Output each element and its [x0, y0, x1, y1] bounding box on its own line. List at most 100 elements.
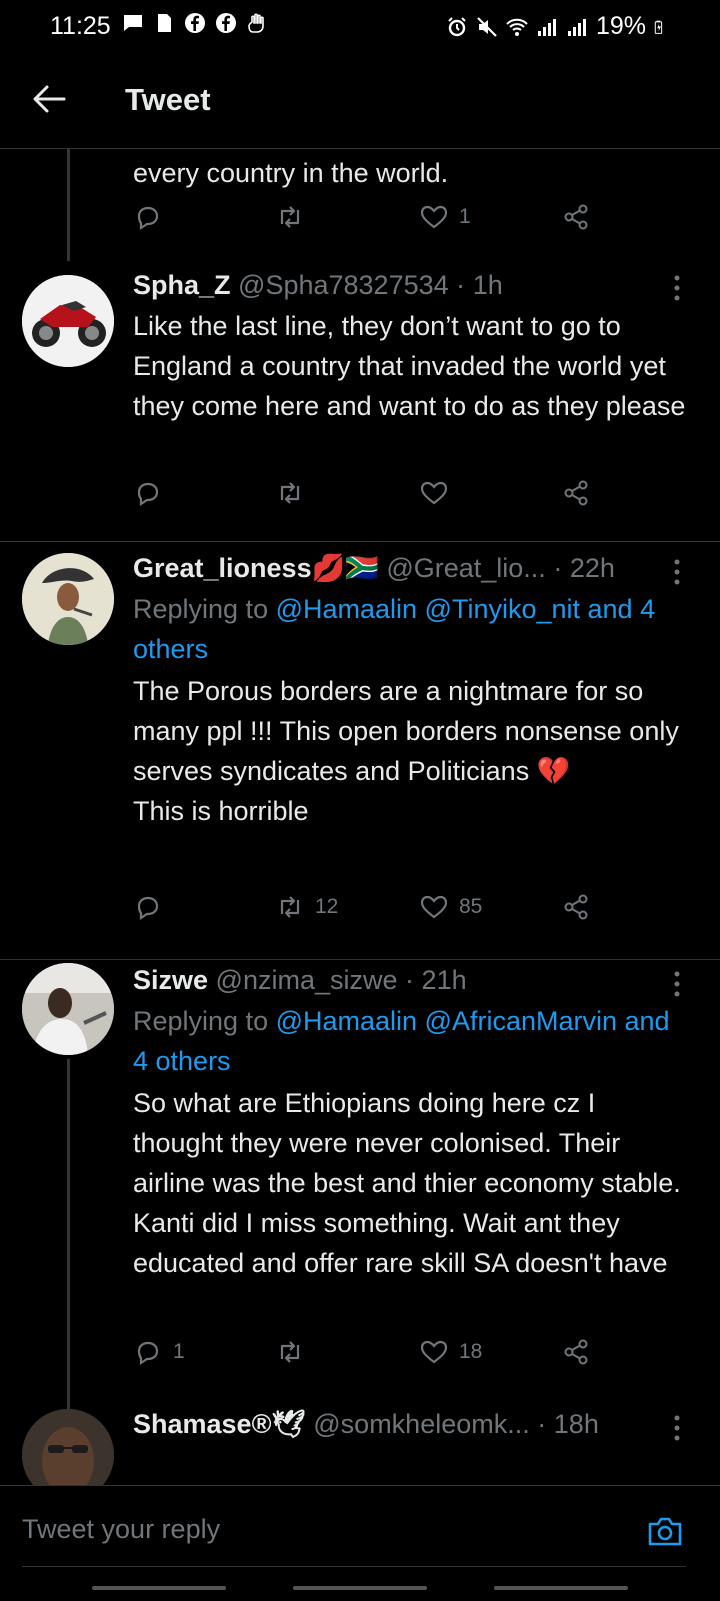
tweet-actions: [133, 478, 613, 518]
user-handle[interactable]: @nzima_sizwe: [216, 965, 398, 995]
nav-handle[interactable]: [293, 1586, 427, 1590]
reply-count: 1: [173, 1340, 185, 1363]
tweet-text: So what are Ethiopians doing here cz I t…: [133, 1088, 681, 1278]
avatar[interactable]: [22, 1409, 114, 1485]
like-button[interactable]: [419, 478, 459, 508]
like-count: 85: [459, 895, 483, 918]
facebook-icon: [216, 13, 236, 33]
battery-percent: 19%: [595, 12, 646, 40]
signal-icon: [537, 18, 556, 36]
more-options-icon[interactable]: [674, 275, 680, 301]
divider: [0, 541, 720, 542]
more-options-icon[interactable]: [674, 971, 680, 997]
reply-icon: [137, 482, 159, 507]
reply-button[interactable]: [133, 202, 163, 232]
replying-to: Replying to @Hamaalin @Tinyiko_nit and 4…: [133, 589, 690, 669]
share-button[interactable]: [561, 478, 591, 508]
retweet-button[interactable]: [275, 202, 305, 232]
meta-separator: ·: [405, 965, 415, 995]
retweet-button[interactable]: [275, 478, 315, 508]
like-button[interactable]: 18: [419, 1337, 482, 1367]
wifi-icon: [506, 18, 528, 36]
replying-to-label: Replying to: [133, 1006, 276, 1036]
hand-icon: [248, 13, 264, 33]
heart-icon: [420, 1340, 448, 1364]
display-name[interactable]: Shamase®🕊: [133, 1409, 306, 1439]
gesture-nav-bar: [0, 1578, 720, 1600]
tweet-text: Like the last line, they don’t want to g…: [133, 311, 686, 421]
share-icon: [564, 1339, 588, 1365]
nav-handle[interactable]: [92, 1586, 226, 1590]
avatar[interactable]: [22, 275, 114, 367]
retweet-button[interactable]: 12: [275, 892, 338, 922]
motorcycle-avatar-image: [22, 275, 114, 367]
tweet-meta: Sizwe @nzima_sizwe · 21h: [133, 961, 690, 999]
reply-button[interactable]: [133, 478, 173, 508]
replying-to: Replying to @Hamaalin @AfricanMarvin and…: [133, 1001, 690, 1081]
divider: [0, 959, 720, 960]
tweet-feed[interactable]: every country in the world. 1 Spha_Z @Sp…: [0, 149, 720, 1485]
retweet-icon: [280, 482, 300, 504]
meta-separator: ·: [456, 270, 466, 300]
illustrated-woman-avatar-image: [22, 553, 114, 645]
display-name[interactable]: Great_lioness💋🇿🇦: [133, 553, 379, 583]
tweet-time: 22h: [569, 553, 615, 583]
tweet-actions: 1 18: [133, 1337, 613, 1377]
retweet-button[interactable]: [275, 1337, 315, 1367]
tweet-meta: Great_lioness💋🇿🇦 @Great_lio... · 22h: [133, 549, 690, 587]
thread-line: [67, 1059, 70, 1409]
share-button[interactable]: [561, 1337, 591, 1367]
meta-separator: ·: [537, 1409, 547, 1439]
man-with-glasses-avatar-image: [22, 1409, 114, 1485]
replying-to-label: Replying to: [133, 594, 276, 624]
reply-button[interactable]: [133, 892, 173, 922]
retweet-icon: [280, 206, 300, 228]
tweet-meta: Shamase®🕊 @somkheleomk... · 18h: [133, 1405, 690, 1443]
more-options-icon[interactable]: [674, 1415, 680, 1441]
share-icon: [564, 894, 588, 920]
input-underline: [22, 1566, 686, 1567]
display-name[interactable]: Spha_Z: [133, 270, 231, 300]
reply-input[interactable]: Tweet your reply: [22, 1514, 582, 1554]
thread-line: [67, 149, 70, 261]
reply-icon: [137, 1341, 159, 1366]
sd-card-icon: [158, 14, 171, 32]
avatar[interactable]: [22, 963, 114, 1055]
tweet-actions: 1: [133, 202, 613, 242]
status-bar: 11:25 19%: [0, 0, 720, 52]
tweet-actions: 12 85: [133, 892, 613, 932]
like-count: 18: [459, 1340, 483, 1363]
user-handle[interactable]: @Spha78327534: [238, 270, 449, 300]
retweet-icon: [280, 1341, 300, 1363]
camera-icon[interactable]: [646, 1512, 684, 1550]
man-in-car-avatar-image: [22, 963, 114, 1055]
battery-charging-icon: [654, 20, 663, 34]
tweet-time: 1h: [472, 270, 503, 300]
tweet-meta: Spha_Z @Spha78327534 · 1h: [133, 266, 690, 304]
back-arrow-icon[interactable]: [30, 80, 68, 118]
share-icon: [564, 204, 588, 230]
like-button[interactable]: 1: [419, 202, 471, 232]
avatar[interactable]: [22, 553, 114, 645]
display-name[interactable]: Sizwe: [133, 965, 208, 995]
page-title: Tweet: [125, 82, 211, 117]
tweet-text: The Porous borders are a nightmare for s…: [133, 676, 679, 826]
tweet-text: every country in the world.: [133, 158, 449, 188]
share-button[interactable]: [561, 202, 591, 232]
reply-button[interactable]: 1: [133, 1337, 185, 1367]
tweet-time: 18h: [553, 1409, 599, 1439]
reply-icon: [137, 206, 159, 231]
user-handle[interactable]: @Great_lio...: [386, 553, 545, 583]
heart-icon: [420, 481, 448, 505]
nav-handle[interactable]: [494, 1586, 628, 1590]
mute-icon: [477, 16, 497, 37]
more-options-icon[interactable]: [674, 559, 680, 585]
share-icon: [564, 480, 588, 506]
like-count: 1: [459, 205, 471, 228]
heart-icon: [420, 205, 448, 229]
like-button[interactable]: 85: [419, 892, 482, 922]
alarm-icon: [448, 16, 466, 36]
heart-icon: [420, 895, 448, 919]
user-handle[interactable]: @somkheleomk...: [313, 1409, 529, 1439]
share-button[interactable]: [561, 892, 591, 922]
